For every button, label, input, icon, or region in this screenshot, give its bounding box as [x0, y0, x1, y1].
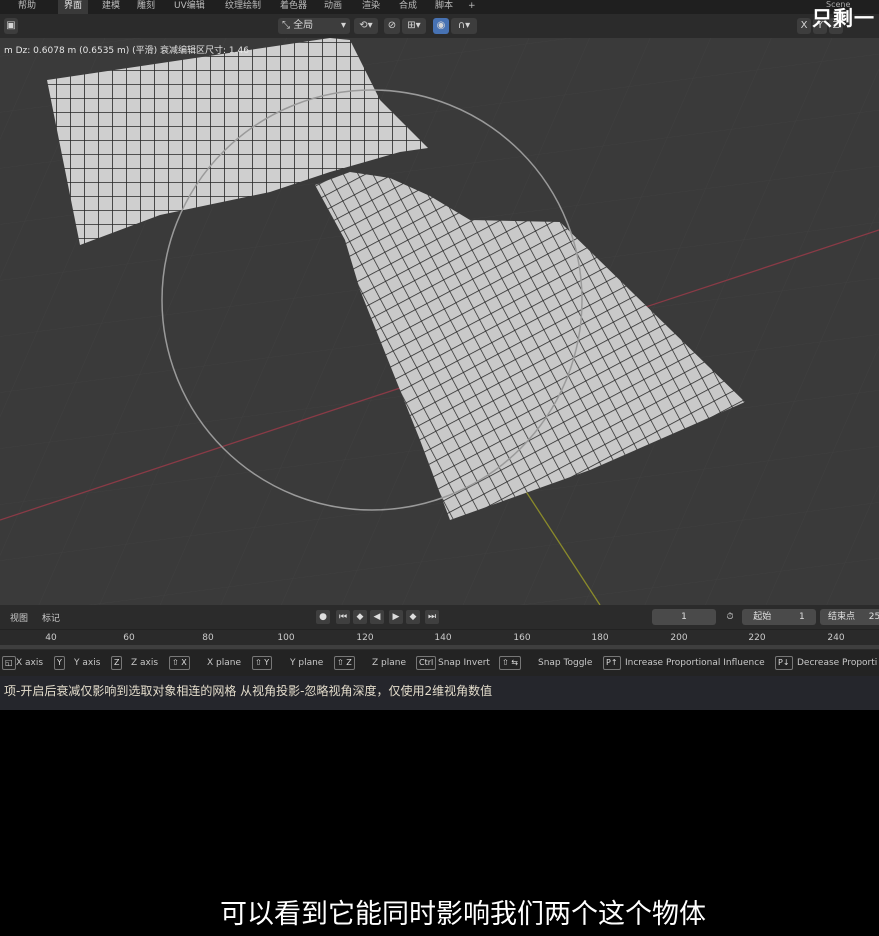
timeline-scroll-track[interactable] — [0, 645, 879, 649]
tab-sculpting[interactable]: 雕刻 — [131, 0, 161, 14]
tab-layout[interactable]: 界面 — [58, 0, 89, 14]
key-shift-z: ⇧ Z — [334, 656, 355, 670]
tab-shading[interactable]: 着色器 — [274, 0, 313, 14]
tooltip-hint-bar: 项-开启后衰减仅影响到选取对象相连的网格 从视角投影-忽略视角深度，仅使用2维视… — [0, 676, 879, 710]
timeline-menu-marker[interactable]: 标记 — [42, 611, 60, 624]
snap-target-icon[interactable]: ⊞▾ — [402, 18, 426, 34]
ruler-tick: 200 — [670, 633, 688, 643]
ruler-tick: 60 — [123, 633, 135, 643]
tab-rendering[interactable]: 渲染 — [356, 0, 386, 14]
select-mode-icon[interactable]: ▣ — [4, 18, 18, 34]
key-shift-y: ⇧ Y — [252, 656, 273, 670]
tab-animation[interactable]: 动画 — [318, 0, 348, 14]
3d-viewport[interactable]: m Dz: 0.6078 m (0.6535 m) (平滑) 衰减编辑区尺寸: … — [0, 38, 879, 605]
start-value: 1 — [799, 612, 805, 622]
key-label: Snap Toggle — [538, 658, 593, 668]
key-shift-tab: ⇧ ⇆ — [499, 656, 521, 670]
next-keyframe-icon[interactable]: ◆ — [406, 610, 420, 624]
key-label: Snap Invert — [438, 658, 490, 668]
ruler-tick: 240 — [827, 633, 845, 643]
jump-start-icon[interactable]: ⏮ — [336, 610, 350, 624]
tab-texture-paint[interactable]: 纹理绘制 — [219, 0, 267, 14]
timeline-ruler[interactable]: 40 60 80 100 120 140 160 180 200 220 240 — [0, 629, 879, 650]
key-label: Y axis — [74, 658, 101, 668]
tab-modeling[interactable]: 建模 — [96, 0, 126, 14]
key-page-down: P↓ — [775, 656, 793, 670]
key-ctrl: Ctrl — [416, 656, 437, 670]
workspace-tab-bar: 帮助 界面 建模 雕刻 UV编辑 纹理绘制 着色器 动画 渲染 合成 脚本 + … — [0, 0, 879, 14]
key-label: Y plane — [290, 658, 324, 668]
ruler-tick: 220 — [748, 633, 766, 643]
current-frame-field[interactable]: 1 — [652, 609, 716, 625]
menu-help[interactable]: 帮助 — [12, 0, 42, 14]
tab-scripting[interactable]: 脚本 — [429, 0, 459, 14]
transform-orientation-dropdown[interactable]: ⤡ 全局 ▾ — [278, 18, 350, 34]
key-label: Decrease Proporti — [797, 658, 878, 668]
end-label: 结束点 — [828, 612, 856, 622]
transform-readout: m Dz: 0.6078 m (0.6535 m) (平滑) 衰减编辑区尺寸: … — [4, 46, 249, 56]
key-label: X plane — [207, 658, 241, 668]
end-frame-field[interactable]: 结束点 25 — [820, 609, 879, 625]
ruler-tick: 40 — [45, 633, 57, 643]
chevron-down-icon: ▾ — [340, 20, 346, 31]
key-label: X axis — [16, 658, 44, 668]
axis-x-toggle[interactable]: X — [797, 18, 811, 34]
hint-text: 项-开启后衰减仅影响到选取对象相连的网格 从视角投影-忽略视角深度，仅使用2维视… — [4, 684, 493, 698]
end-value: 25 — [868, 612, 879, 622]
key-label: Increase Proportional Influence — [625, 658, 765, 668]
video-watermark: 只剩一 — [812, 6, 875, 30]
viewport-scene — [0, 38, 879, 605]
key-z: Z — [111, 656, 123, 670]
viewport-header: ▣ ⤡ 全局 ▾ ⟲▾ ⊘ ⊞▾ ◉ ∩▾ X Y Z — [0, 14, 879, 39]
key-shift-x: ⇧ X — [169, 656, 190, 670]
prev-keyframe-icon[interactable]: ◆ — [353, 610, 367, 624]
tab-uv-editing[interactable]: UV编辑 — [168, 0, 211, 14]
ruler-tick: 160 — [513, 633, 531, 643]
key-x: Y — [54, 656, 65, 670]
ruler-tick: 100 — [277, 633, 295, 643]
pivot-point-icon[interactable]: ⟲▾ — [354, 18, 378, 34]
timeline-menu-view[interactable]: 视图 — [10, 611, 28, 624]
ruler-tick: 180 — [591, 633, 609, 643]
clock-icon[interactable]: ⏱ — [723, 610, 737, 624]
video-subtitle: 可以看到它能同时影响我们两个这个物体 — [220, 899, 706, 930]
add-workspace-button[interactable]: + — [462, 0, 482, 14]
key-label: Z axis — [131, 658, 159, 668]
orientation-value: 全局 — [293, 20, 314, 31]
play-icon[interactable]: ▶ — [389, 610, 403, 624]
key-hint: ◱ — [2, 656, 16, 670]
play-reverse-icon[interactable]: ◀ — [370, 610, 384, 624]
falloff-curve-icon[interactable]: ∩▾ — [451, 18, 477, 34]
record-icon[interactable]: ● — [316, 610, 330, 624]
ruler-tick: 140 — [434, 633, 452, 643]
key-page-up: P↑ — [603, 656, 621, 670]
timeline-header: 视图 标记 ● ⏮ ◆ ◀ ▶ ◆ ⏭ 1 ⏱ 起始 1 结束点 25 — [0, 605, 879, 629]
ruler-tick: 120 — [356, 633, 374, 643]
keymap-status-bar: ◱ X axis Y Y axis Z Z axis ⇧ X X plane ⇧… — [0, 650, 879, 676]
ruler-tick: 80 — [202, 633, 214, 643]
blender-window: 帮助 界面 建模 雕刻 UV编辑 纹理绘制 着色器 动画 渲染 合成 脚本 + … — [0, 0, 879, 710]
jump-end-icon[interactable]: ⏭ — [425, 610, 439, 624]
start-label: 起始 — [753, 612, 772, 622]
proportional-editing-icon[interactable]: ◉ — [433, 18, 449, 34]
start-frame-field[interactable]: 起始 1 — [742, 609, 816, 625]
orientation-icon: ⤡ — [282, 20, 294, 31]
tab-compositing[interactable]: 合成 — [393, 0, 423, 14]
snap-icon[interactable]: ⊘ — [384, 18, 400, 34]
key-label: Z plane — [372, 658, 406, 668]
